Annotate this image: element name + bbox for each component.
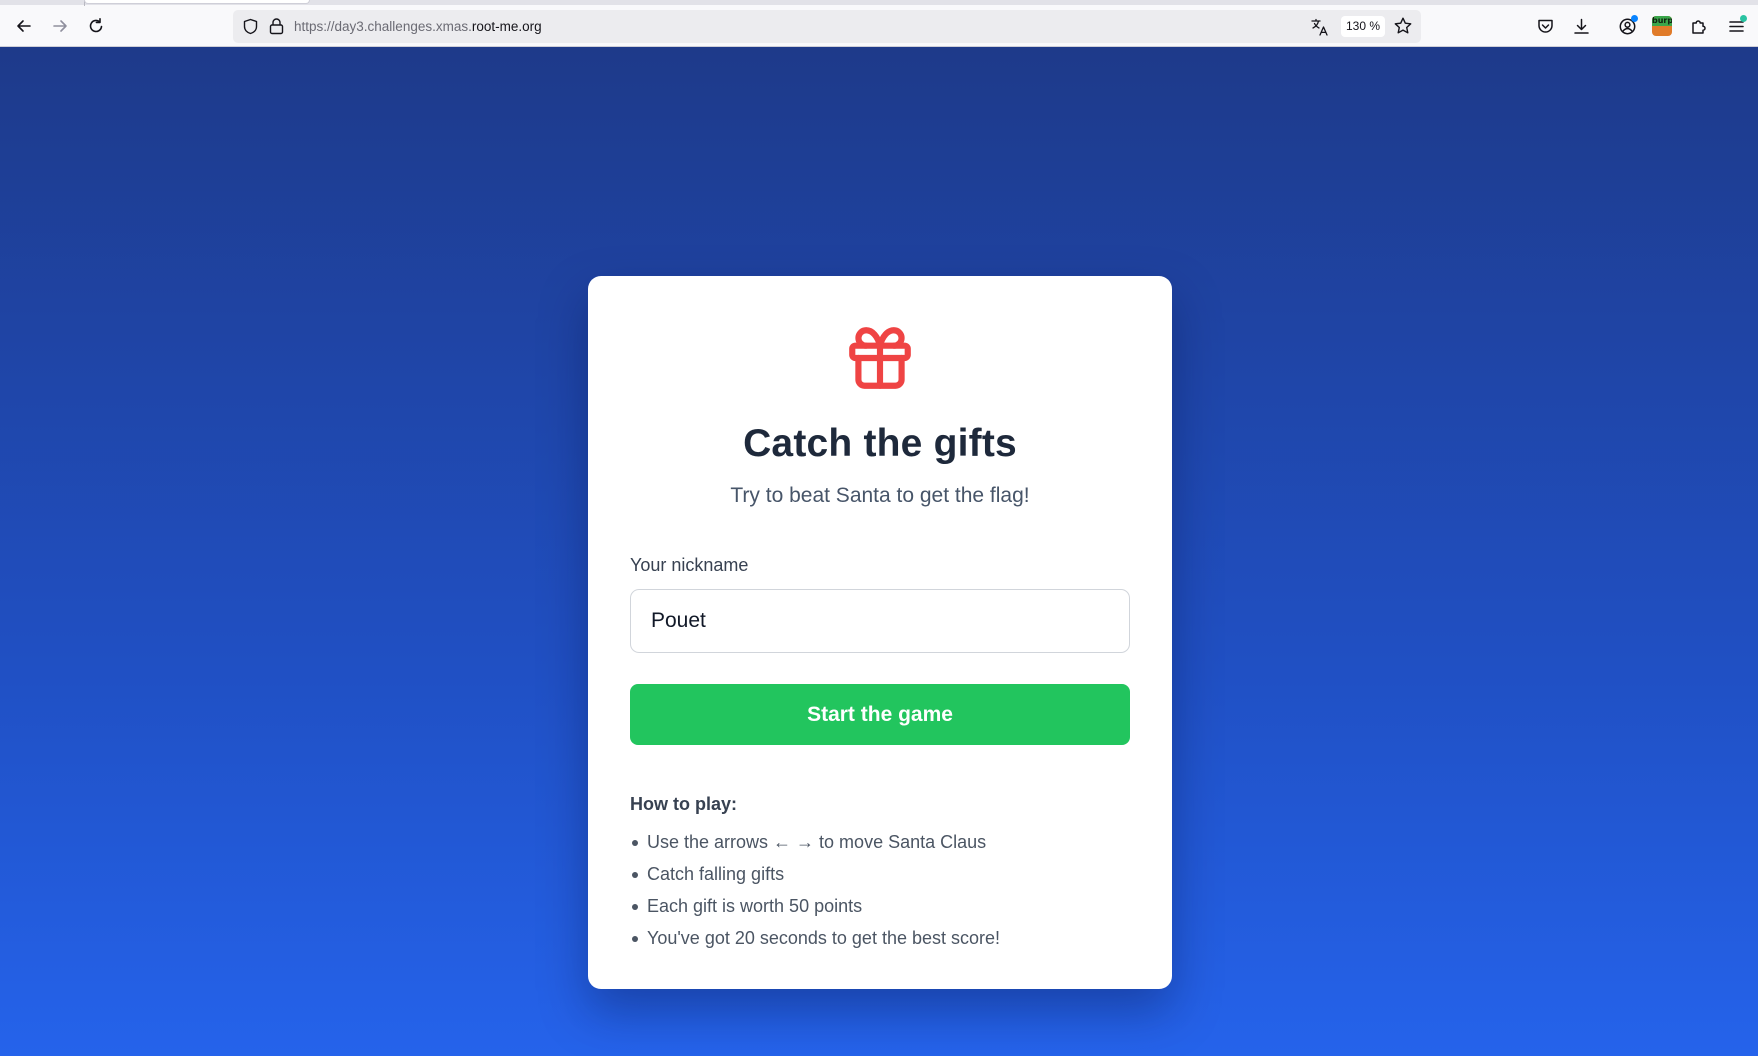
page-title: Catch the gifts xyxy=(743,422,1017,465)
menu-badge xyxy=(1740,15,1747,22)
nickname-label: Your nickname xyxy=(630,555,749,575)
burp-label: burp xyxy=(1652,16,1672,26)
account-badge xyxy=(1631,15,1638,22)
page-subtitle: Try to beat Santa to get the flag! xyxy=(730,484,1030,507)
arrow-left-icon xyxy=(17,20,31,32)
rule-item: Each gift is worth 50 points xyxy=(630,890,1140,922)
pocket-button[interactable] xyxy=(1531,12,1559,40)
app-menu-button[interactable] xyxy=(1722,12,1750,40)
game-card: Catch the gifts Try to beat Santa to get… xyxy=(588,276,1172,989)
tab-strip xyxy=(0,0,1758,6)
zoom-level-button[interactable]: 130 % xyxy=(1341,16,1385,37)
rules-list: Use the arrows ← → to move Santa Claus C… xyxy=(630,826,1140,954)
extensions-button[interactable] xyxy=(1685,12,1713,40)
pocket-icon xyxy=(1537,19,1553,33)
reload-icon xyxy=(89,18,103,33)
url-bar[interactable]: https://day3.challenges.xmas.root-me.org… xyxy=(233,10,1421,43)
star-icon[interactable] xyxy=(1393,16,1413,36)
forward-button[interactable] xyxy=(46,12,74,40)
browser-toolbar: https://day3.challenges.xmas.root-me.org… xyxy=(0,0,1758,47)
account-button[interactable] xyxy=(1613,12,1641,40)
shield-icon[interactable] xyxy=(242,18,259,35)
download-icon xyxy=(1573,18,1589,34)
url-host: root-me.org xyxy=(471,19,542,34)
rule-item: Catch falling gifts xyxy=(630,858,1140,890)
puzzle-icon xyxy=(1691,19,1706,34)
active-tab[interactable] xyxy=(84,0,310,4)
nickname-input[interactable] xyxy=(630,589,1130,653)
url-prefix: https://day3.challenges.xmas. xyxy=(294,19,472,34)
page-viewport: Catch the gifts Try to beat Santa to get… xyxy=(0,47,1758,1056)
rule-item: You've got 20 seconds to get the best sc… xyxy=(630,922,1140,954)
arrow-right-icon xyxy=(53,20,67,32)
burp-extension-button[interactable]: burp xyxy=(1648,12,1676,40)
url-text[interactable]: https://day3.challenges.xmas.root-me.org xyxy=(294,10,542,43)
reload-button[interactable] xyxy=(82,12,110,40)
downloads-button[interactable] xyxy=(1567,12,1595,40)
lock-icon[interactable] xyxy=(268,17,285,35)
gift-icon xyxy=(849,327,911,389)
rule-item: Use the arrows ← → to move Santa Claus xyxy=(630,826,1140,858)
translate-icon[interactable] xyxy=(1310,17,1330,37)
start-game-button[interactable]: Start the game xyxy=(630,684,1130,745)
burp-icon: burp xyxy=(1652,16,1672,36)
how-to-play-heading: How to play: xyxy=(630,794,737,814)
back-button[interactable] xyxy=(10,12,38,40)
